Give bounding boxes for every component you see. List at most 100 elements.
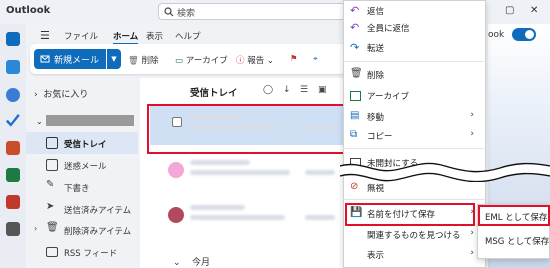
menu-item-delete[interactable]: 🗑 削除 — [343, 64, 486, 86]
menu-item-label: コピー — [367, 132, 393, 142]
group-header-this-month[interactable]: ⌄ 今月 — [173, 255, 210, 268]
blurred-sender — [190, 205, 245, 210]
copy-icon: ⧉ — [350, 129, 358, 140]
junk-icon — [46, 159, 58, 171]
draft-icon: ✎ — [46, 179, 55, 190]
menu-item-reply-all[interactable]: ↶ 全員に返信 — [343, 17, 486, 39]
toggle-switch[interactable] — [512, 28, 536, 41]
new-mail-button[interactable]: 新規メール — [34, 49, 106, 69]
reply-icon: ↶ — [350, 4, 360, 17]
apps-icon[interactable] — [6, 222, 20, 236]
close-icon[interactable]: ✕ — [530, 5, 538, 16]
flag-icon[interactable]: ⚑ — [290, 54, 298, 64]
sort-icon[interactable]: ↓ — [283, 85, 291, 95]
menu-item-copy[interactable]: ⧉ コピー › — [343, 125, 486, 147]
menu-item-label: 無視 — [367, 184, 385, 194]
table-row[interactable] — [150, 195, 346, 235]
tab-help[interactable]: ヘルプ — [175, 30, 201, 42]
search-icon — [164, 7, 174, 17]
save-as-highlight-box — [345, 203, 475, 226]
archive-icon: ▭ — [175, 56, 184, 66]
delete-toolbar-button[interactable]: 🗑 削除 — [128, 54, 159, 66]
menu-item-ignore[interactable]: ⊘ 無視 — [343, 177, 486, 199]
menu-item-label: 転送 — [367, 44, 385, 54]
sidebar-item-junk[interactable]: 迷惑メール — [26, 154, 138, 176]
menu-item-save-as-msg[interactable]: MSG として保存 — [485, 235, 549, 247]
ignore-icon: ⊘ — [350, 181, 359, 192]
sidebar-item-label: 受信トレイ — [64, 140, 107, 150]
chevron-right-icon: › — [470, 248, 474, 258]
search-placeholder: 検索 — [177, 9, 196, 19]
report-icon: ⓘ — [236, 56, 245, 66]
delete-icon: 🗑 — [350, 68, 363, 79]
trash-icon: 🗑 — [128, 56, 139, 66]
maximize-icon[interactable]: ▢ — [505, 5, 514, 16]
sidebar-item-deleted[interactable]: › 🗑 削除済みアイテム — [26, 219, 138, 241]
app-title: Outlook — [6, 5, 51, 16]
menu-separator — [343, 148, 486, 149]
sidebar-item-rss[interactable]: RSS フィード — [26, 241, 138, 263]
menu-item-label: 表示 — [367, 251, 385, 261]
filter-icon[interactable]: ☰ — [300, 85, 308, 95]
chevron-down-icon[interactable]: ⌄ — [36, 117, 43, 126]
tab-home[interactable]: ホーム — [113, 30, 139, 45]
sidebar-item-label: RSS フィード — [64, 249, 118, 259]
avatar — [168, 162, 184, 178]
menu-item-label: 移動 — [367, 113, 385, 123]
calendar-app-icon[interactable] — [6, 60, 20, 74]
menu-item-label: アーカイブ — [367, 92, 409, 102]
menu-item-view[interactable]: 表示 › — [343, 244, 486, 266]
trash-icon: 🗑 — [46, 222, 59, 233]
powerpoint-app-icon[interactable] — [6, 195, 20, 209]
blurred-subject — [190, 215, 285, 220]
word-app-icon[interactable] — [6, 141, 20, 155]
sidebar-item-label: 削除済みアイテム — [64, 227, 132, 237]
menu-item-find-related[interactable]: 関連するものを見つける › — [343, 224, 486, 246]
chevron-right-icon: › — [470, 228, 474, 238]
tab-view[interactable]: 表示 — [146, 30, 163, 42]
select-mode-icon[interactable]: ◯ — [263, 85, 273, 95]
mail-app-icon[interactable] — [6, 32, 20, 46]
app-bar — [0, 24, 26, 268]
sidebar-item-drafts[interactable]: ✎ 下書き — [26, 176, 138, 198]
search-input[interactable]: 検索 — [158, 3, 346, 20]
people-app-icon[interactable] — [6, 88, 20, 102]
move-icon: ▤ — [350, 110, 360, 121]
sidebar-item-inbox[interactable]: 受信トレイ — [26, 132, 138, 154]
compose-icon — [40, 55, 50, 63]
menu-item-label: 全員に返信 — [367, 24, 410, 34]
group-label: 今月 — [191, 258, 210, 268]
hamburger-menu-icon[interactable]: ☰ — [40, 29, 50, 42]
message-list-title: 受信トレイ — [190, 88, 238, 99]
message-highlight-box — [147, 104, 350, 154]
menu-separator — [343, 61, 486, 62]
archive-label: アーカイブ — [185, 56, 228, 66]
excel-app-icon[interactable] — [6, 168, 20, 182]
table-row[interactable] — [150, 150, 346, 190]
chevron-right-icon: › — [470, 129, 474, 139]
blurred-sender — [190, 160, 250, 165]
sidebar-item-label: 送信済みアイテム — [64, 206, 132, 216]
blurred-subject — [190, 170, 290, 175]
inbox-icon — [46, 137, 58, 149]
delete-label: 削除 — [141, 56, 159, 66]
menu-item-forward[interactable]: ↷ 転送 — [343, 37, 486, 59]
todo-app-icon[interactable] — [6, 114, 20, 127]
report-label: 報告 — [247, 56, 265, 66]
more-icon[interactable]: ▣ — [318, 85, 327, 95]
archive-toolbar-button[interactable]: ▭ アーカイブ — [175, 54, 228, 66]
menu-item-label: 削除 — [367, 71, 385, 81]
new-mail-dropdown-button[interactable]: ▼ — [107, 49, 121, 69]
sidebar-item-sent[interactable]: ➤ 送信済みアイテム — [26, 198, 138, 220]
chevron-right-icon[interactable]: › — [34, 224, 37, 233]
avatar — [168, 207, 184, 223]
report-toolbar-button[interactable]: ⓘ 報告 ⌄ — [236, 54, 274, 66]
favorites-header[interactable]: › お気に入り — [34, 87, 88, 100]
tab-file[interactable]: ファイル — [64, 30, 98, 42]
menu-item-archive[interactable]: アーカイブ — [343, 85, 486, 107]
menu-item-label: 返信 — [367, 7, 385, 17]
reply-all-icon: ↶ — [350, 21, 360, 34]
archive-icon — [350, 91, 361, 101]
pin-icon[interactable]: ⌖ — [313, 54, 318, 64]
menu-separator — [343, 199, 486, 200]
